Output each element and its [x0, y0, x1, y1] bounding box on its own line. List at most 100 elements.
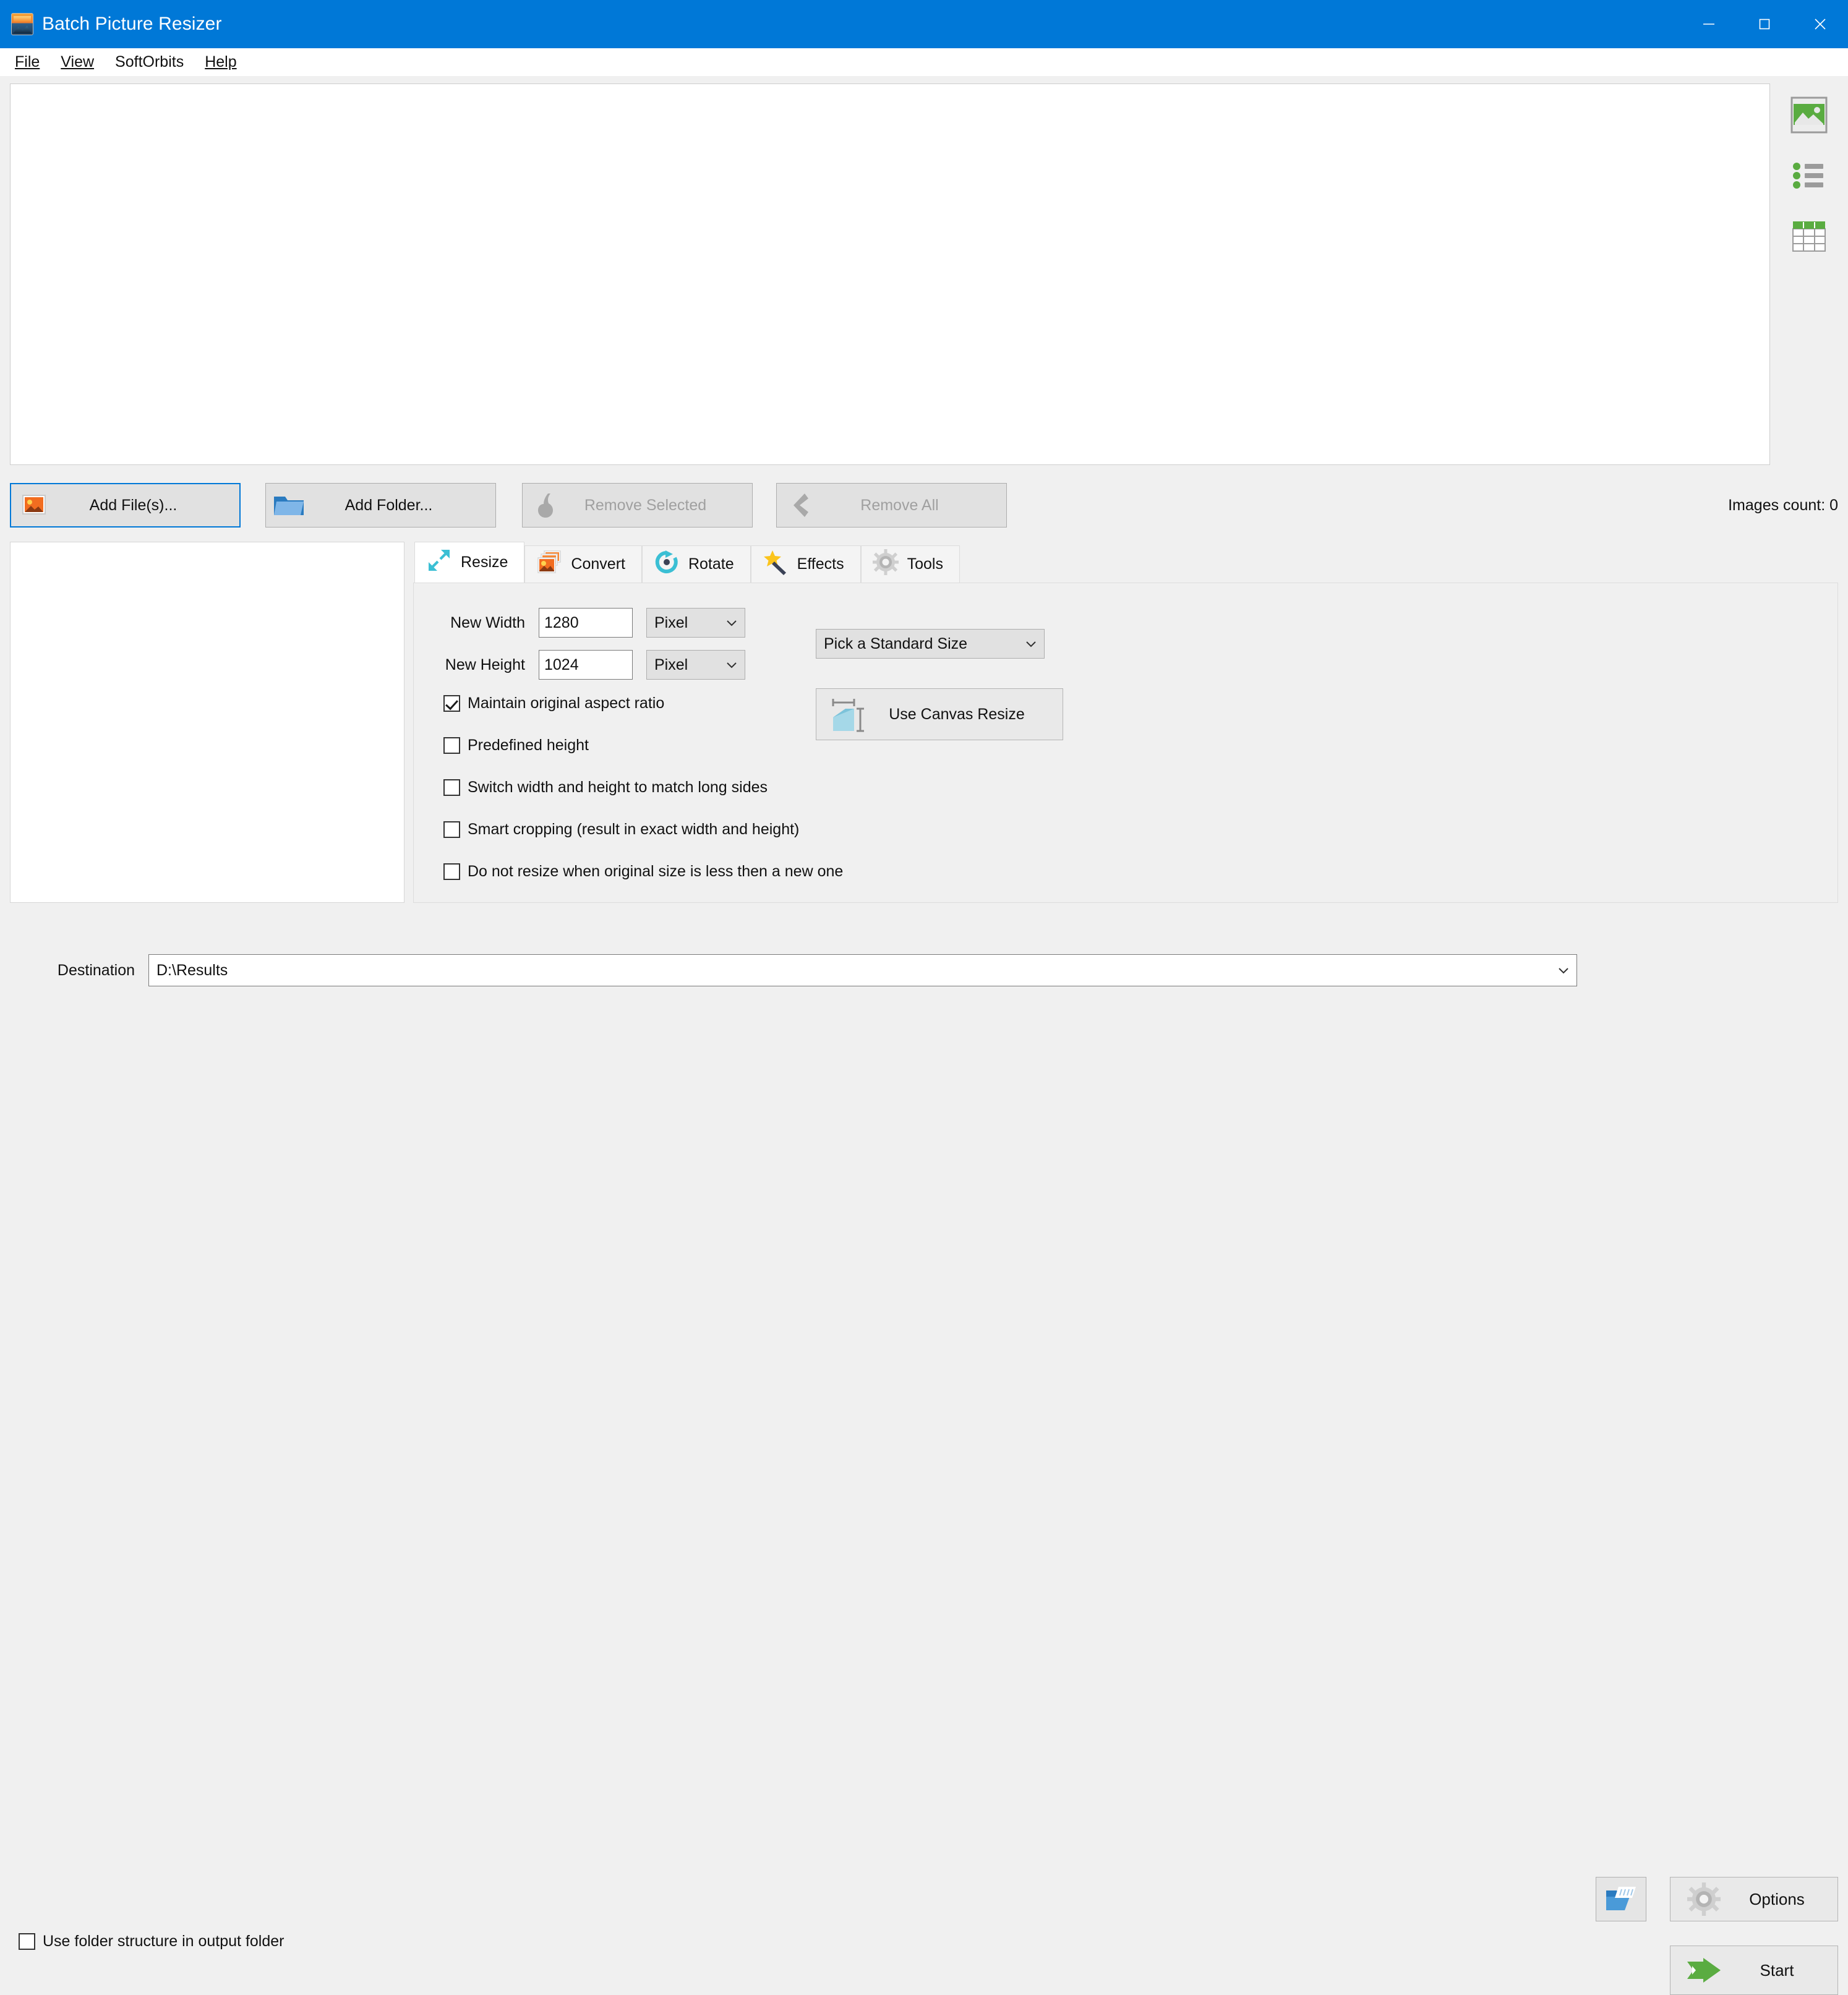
new-height-unit-select[interactable]: Pixel [646, 650, 745, 680]
start-button[interactable]: Start [1670, 1946, 1838, 1995]
tab-tools-label: Tools [907, 555, 943, 573]
checkbox-box[interactable] [443, 779, 460, 796]
add-files-button[interactable]: Add File(s)... [10, 483, 241, 528]
destination-value: D:\Results [156, 961, 228, 979]
new-height-unit-value: Pixel [654, 656, 688, 673]
menu-item-softorbits-label: SoftOrbits [115, 53, 184, 70]
tab-resize[interactable]: Resize [414, 542, 525, 583]
checkbox-use-folder-structure[interactable]: Use folder structure in output folder [19, 1933, 284, 1950]
remove-selected-icon [523, 491, 568, 519]
window-controls [1681, 0, 1848, 48]
resize-tab-panel: New Width 1280 Pixel New Height 1024 Pix… [413, 583, 1838, 903]
thumbnail-view-button[interactable] [1786, 92, 1832, 138]
green-arrow-icon [1670, 1957, 1737, 1984]
folder-icon [266, 492, 312, 519]
title-bar-left: Batch Picture Resizer [0, 13, 222, 35]
menu-item-help-label: Help [205, 53, 237, 70]
destination-input[interactable]: D:\Results [148, 954, 1577, 986]
checkbox-box[interactable] [443, 737, 460, 754]
workspace [0, 76, 1848, 465]
browse-destination-button[interactable] [1596, 1877, 1646, 1921]
add-files-label: Add File(s)... [89, 496, 178, 514]
new-height-input[interactable]: 1024 [539, 650, 633, 680]
images-count-label: Images count: 0 [1728, 496, 1838, 514]
menu-bar: File View SoftOrbits Help [0, 48, 1848, 76]
menu-item-file-label: File [15, 53, 40, 70]
remove-selected-button[interactable]: Remove Selected [522, 483, 753, 528]
options-label: Options [1749, 1889, 1805, 1908]
file-list[interactable] [10, 83, 1770, 465]
app-picture-icon [11, 13, 33, 35]
remove-selected-label: Remove Selected [584, 496, 707, 514]
checkbox-switch-width-height-label: Switch width and height to match long si… [468, 779, 768, 796]
tab-resize-label: Resize [461, 553, 508, 571]
checkbox-maintain-aspect-ratio[interactable]: Maintain original aspect ratio [443, 694, 664, 712]
checkbox-smart-cropping[interactable]: Smart cropping (result in exact width an… [443, 821, 799, 839]
canvas-resize-icon [816, 695, 876, 733]
menu-item-view-label: View [61, 53, 95, 70]
menu-item-help[interactable]: Help [196, 51, 245, 74]
preview-panel[interactable] [10, 542, 404, 903]
chevron-down-icon [727, 620, 737, 626]
tab-effects-label: Effects [797, 555, 844, 573]
open-folder-icon [1606, 1887, 1636, 1910]
checkbox-predefined-height[interactable]: Predefined height [443, 737, 589, 754]
destination-label: Destination [57, 961, 135, 979]
tab-convert[interactable]: Convert [524, 545, 642, 583]
chevron-left-icon [777, 491, 823, 519]
menu-item-file[interactable]: File [6, 51, 48, 74]
checkbox-box[interactable] [443, 695, 460, 712]
close-icon[interactable] [1792, 0, 1848, 48]
view-mode-bar [1780, 83, 1838, 259]
tab-rotate-label: Rotate [688, 555, 734, 573]
checkbox-box[interactable] [443, 863, 460, 880]
new-height-label: New Height [445, 656, 525, 673]
remove-all-label: Remove All [860, 496, 939, 514]
new-width-unit-select[interactable]: Pixel [646, 608, 745, 638]
tab-tools[interactable]: Tools [860, 545, 960, 583]
checkbox-box[interactable] [19, 1933, 35, 1950]
checkbox-switch-width-height[interactable]: Switch width and height to match long si… [443, 779, 768, 797]
magic-wand-icon [763, 549, 789, 579]
picture-icon [11, 492, 57, 519]
checkbox-smart-cropping-label: Smart cropping (result in exact width an… [468, 821, 800, 838]
convert-images-icon [536, 549, 562, 579]
tab-effects[interactable]: Effects [750, 545, 861, 583]
gear-icon [872, 549, 899, 579]
details-view-button[interactable] [1786, 213, 1832, 259]
checkbox-box[interactable] [443, 821, 460, 838]
rotate-circular-arrow-icon [654, 549, 680, 579]
bottom-bar: Destination D:\Results Use folder struct… [0, 934, 1848, 1995]
menu-item-view[interactable]: View [52, 51, 103, 74]
new-width-row: New Width 1280 Pixel [414, 608, 745, 638]
add-folder-label: Add Folder... [344, 496, 433, 514]
new-height-row: New Height 1024 Pixel [414, 650, 745, 680]
list-view-button[interactable] [1786, 153, 1832, 199]
minimize-icon[interactable] [1681, 0, 1737, 48]
new-width-label: New Width [450, 613, 525, 631]
window-title: Batch Picture Resizer [42, 14, 222, 34]
checkbox-do-not-resize-smaller[interactable]: Do not resize when original size is less… [443, 863, 843, 881]
checkbox-do-not-resize-smaller-label: Do not resize when original size is less… [468, 863, 844, 880]
use-canvas-resize-label: Use Canvas Resize [889, 705, 1025, 723]
tab-rotate[interactable]: Rotate [641, 545, 751, 583]
maximize-icon[interactable] [1737, 0, 1792, 48]
standard-size-select[interactable]: Pick a Standard Size [816, 629, 1045, 659]
file-actions-bar: Add File(s)... Add Folder... Remove Sele… [0, 479, 1848, 532]
options-button[interactable]: Options [1670, 1877, 1838, 1921]
menu-item-softorbits[interactable]: SoftOrbits [106, 51, 192, 74]
standard-size-row: Pick a Standard Size [816, 629, 1045, 659]
chevron-down-icon [1559, 968, 1568, 974]
chevron-down-icon [727, 662, 737, 669]
start-label: Start [1760, 1960, 1794, 1980]
new-width-input[interactable]: 1280 [539, 608, 633, 638]
tab-convert-label: Convert [571, 555, 625, 573]
chevron-down-icon [1026, 641, 1036, 647]
checkbox-predefined-height-label: Predefined height [468, 737, 589, 754]
remove-all-button[interactable]: Remove All [776, 483, 1007, 528]
add-folder-button[interactable]: Add Folder... [265, 483, 496, 528]
use-canvas-resize-button[interactable]: Use Canvas Resize [816, 688, 1063, 740]
resize-arrows-icon [426, 547, 452, 578]
settings-tabs: Resize Convert Rotate Effects Tools New … [413, 542, 1838, 903]
lower-section: Resize Convert Rotate Effects Tools New … [0, 532, 1848, 903]
